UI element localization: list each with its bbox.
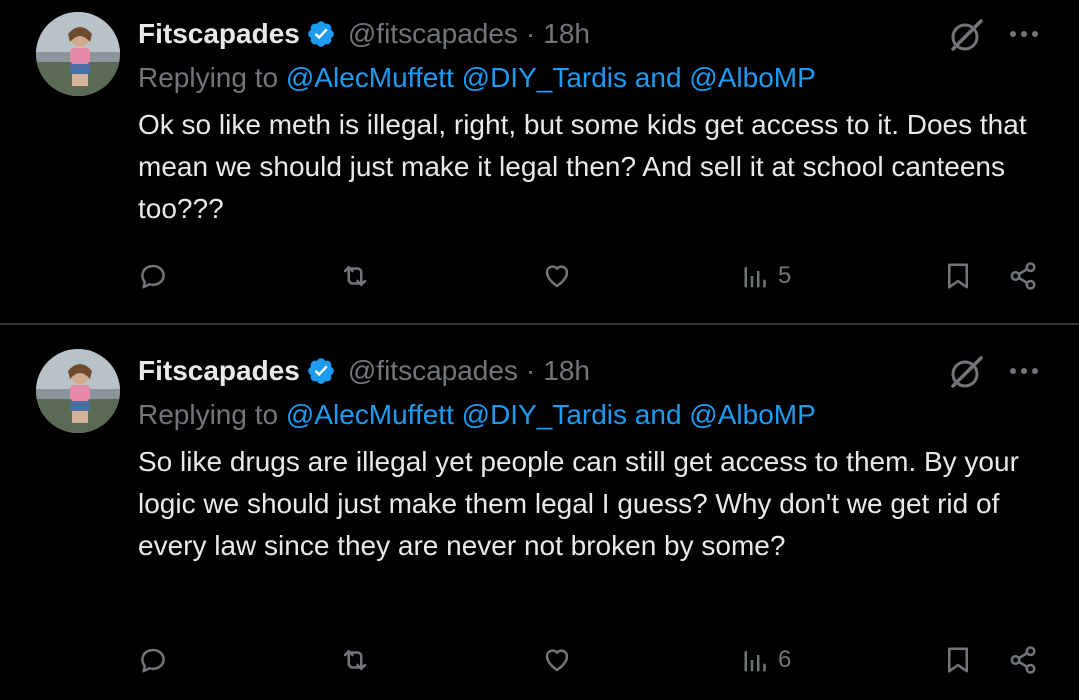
retweet-icon <box>343 266 367 286</box>
replying-prefix: Replying to <box>138 399 279 430</box>
bookmark-icon <box>948 263 968 289</box>
like-button[interactable] <box>542 642 572 678</box>
tweet-header: Fitscapades @fitscapades · 18h <box>138 351 590 391</box>
views-icon <box>744 267 766 288</box>
mention-link[interactable]: @AlecMuffett <box>286 62 454 93</box>
retweet-button[interactable] <box>340 258 370 294</box>
mention-and: and <box>634 62 682 93</box>
tweet-divider <box>0 323 1079 325</box>
more-icon[interactable] <box>1006 22 1042 46</box>
more-icon[interactable] <box>1006 359 1042 383</box>
tweet-header: Fitscapades @fitscapades · 18h <box>138 14 590 54</box>
bookmark-icon <box>948 647 968 673</box>
mention-link[interactable]: @AlboMP <box>689 62 815 93</box>
timestamp[interactable]: 18h <box>543 18 590 50</box>
share-button[interactable] <box>1008 642 1038 678</box>
views-count: 6 <box>778 646 792 673</box>
grok-icon[interactable] <box>948 355 984 391</box>
action-bar: 5 <box>0 258 1079 298</box>
views-button[interactable]: 5 <box>742 258 791 294</box>
tweet-text: Ok so like meth is illegal, right, but s… <box>138 109 1027 224</box>
author-name[interactable]: Fitscapades <box>138 18 300 50</box>
views-button[interactable]: 6 <box>742 642 791 678</box>
reply-button[interactable] <box>138 642 168 678</box>
replying-to: Replying to @AlecMuffett @DIY_Tardis and… <box>138 62 816 94</box>
retweet-icon <box>343 650 367 670</box>
author-name[interactable]: Fitscapades <box>138 355 300 387</box>
reply-icon <box>141 264 165 289</box>
tweet-text: So like drugs are illegal yet people can… <box>138 446 1019 561</box>
verified-badge-icon <box>308 21 334 47</box>
bookmark-button[interactable] <box>943 258 973 294</box>
author-handle[interactable]: @fitscapades <box>348 18 518 50</box>
tweet[interactable]: Fitscapades @fitscapades · 18h Replying … <box>0 0 1079 323</box>
reply-button[interactable] <box>138 258 168 294</box>
grok-icon[interactable] <box>948 18 984 54</box>
mention-link[interactable]: @AlecMuffett <box>286 399 454 430</box>
share-button[interactable] <box>1008 258 1038 294</box>
tweet[interactable]: Fitscapades @fitscapades · 18h Replying … <box>0 337 1079 700</box>
share-icon <box>1010 262 1036 290</box>
avatar[interactable] <box>36 349 120 433</box>
verified-badge-icon <box>308 358 334 384</box>
like-icon <box>545 265 569 288</box>
mention-link[interactable]: @AlboMP <box>689 399 815 430</box>
retweet-button[interactable] <box>340 642 370 678</box>
replying-prefix: Replying to <box>138 62 279 93</box>
views-count: 5 <box>778 262 792 289</box>
separator-dot: · <box>525 18 536 49</box>
mention-link[interactable]: @DIY_Tardis <box>462 399 627 430</box>
like-icon <box>545 649 569 672</box>
mention-link[interactable]: @DIY_Tardis <box>462 62 627 93</box>
replying-to: Replying to @AlecMuffett @DIY_Tardis and… <box>138 399 816 431</box>
author-handle[interactable]: @fitscapades <box>348 355 518 387</box>
share-icon <box>1010 646 1036 674</box>
like-button[interactable] <box>542 258 572 294</box>
mention-and: and <box>634 399 682 430</box>
views-icon <box>744 651 766 672</box>
reply-icon <box>141 648 165 673</box>
bookmark-button[interactable] <box>943 642 973 678</box>
action-bar: 6 <box>0 642 1079 682</box>
avatar[interactable] <box>36 12 120 96</box>
timestamp[interactable]: 18h <box>543 355 590 387</box>
separator-dot: · <box>525 355 536 386</box>
